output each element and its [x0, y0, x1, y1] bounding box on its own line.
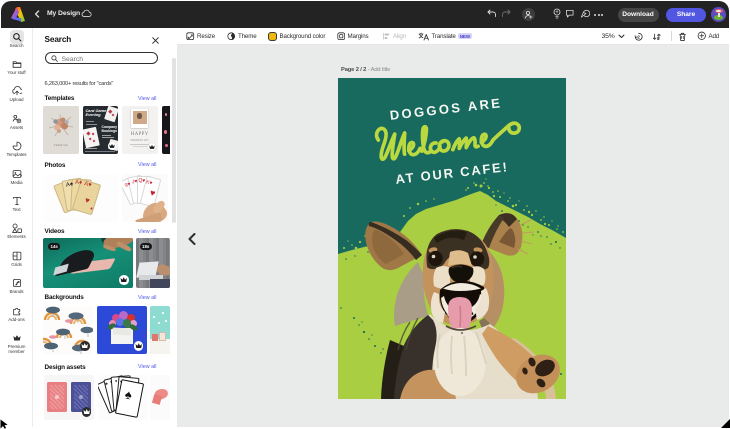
- svg-text:2: 2: [637, 34, 640, 40]
- svg-text:8: 8: [657, 35, 660, 40]
